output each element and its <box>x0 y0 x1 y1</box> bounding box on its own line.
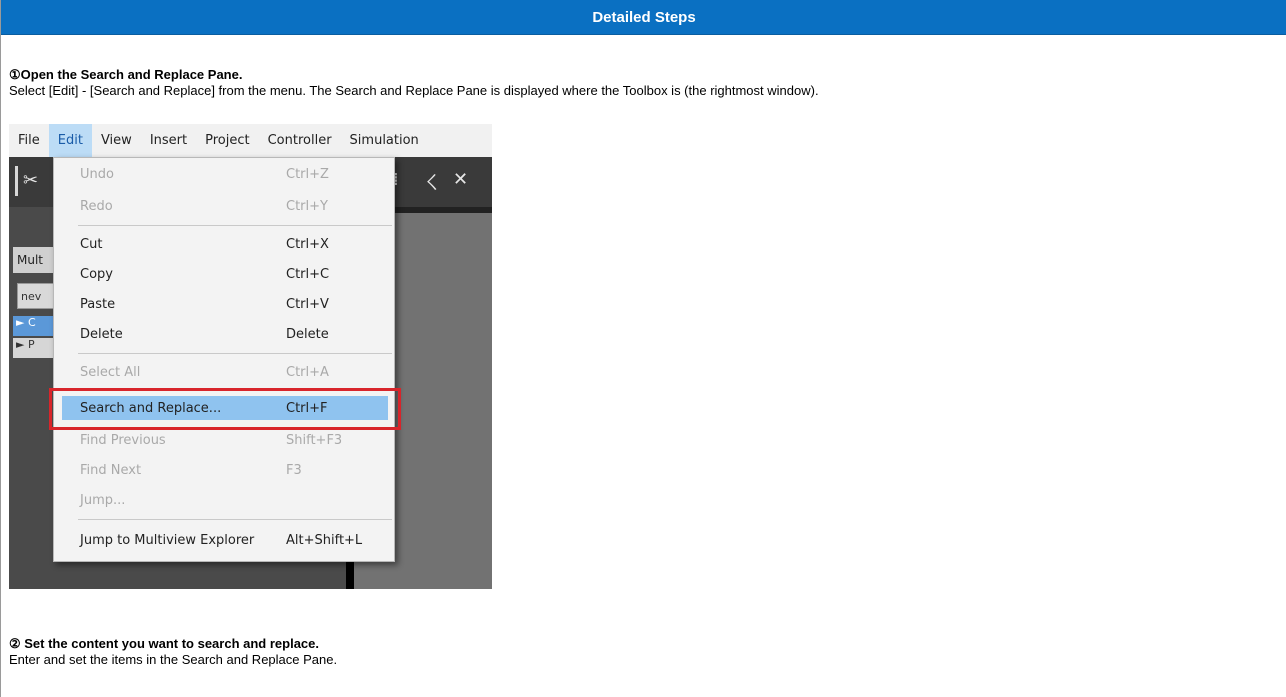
cut-icon[interactable]: ✂ <box>23 170 38 191</box>
header-title: Detailed Steps <box>592 8 696 26</box>
step2-title: ② Set the content you want to search and… <box>9 636 320 651</box>
menu-project[interactable]: Project <box>196 124 258 157</box>
menu-item-jump-to-multiview-explorer[interactable]: Jump to Multiview Explorer Alt+Shift+L <box>54 525 394 555</box>
step1-description: Select [Edit] - [Search and Replace] fro… <box>9 83 819 98</box>
menu-controller[interactable]: Controller <box>259 124 341 157</box>
edit-menu-dropdown: Undo Ctrl+Z Redo Ctrl+Y Cut Ctrl+X Copy Ctrl… <box>53 157 395 562</box>
menu-item-cut[interactable]: Cut Ctrl+X <box>54 229 394 259</box>
step1-title: ①Open the Search and Replace Pane. <box>9 67 243 82</box>
menu-item-select-all[interactable]: Select All Ctrl+A <box>54 357 394 387</box>
menu-screenshot: File Edit View Insert Project Controller… <box>9 124 492 589</box>
page-header: Detailed Steps <box>1 0 1286 35</box>
device-combo[interactable]: nev <box>17 283 58 309</box>
menu-item-redo[interactable]: Redo Ctrl+Y <box>54 191 394 221</box>
menu-insert[interactable]: Insert <box>141 124 196 157</box>
menu-item-undo[interactable]: Undo Ctrl+Z <box>54 159 394 189</box>
page: Detailed Steps ①Open the Search and Repl… <box>0 0 1286 697</box>
menu-item-find-next[interactable]: Find Next F3 <box>54 455 394 485</box>
menu-item-jump[interactable]: Jump... <box>54 485 394 515</box>
menu-file[interactable]: File <box>9 124 49 157</box>
menu-separator <box>78 225 392 226</box>
explorer-tab[interactable]: Mult <box>13 247 53 273</box>
menu-item-paste[interactable]: Paste Ctrl+V <box>54 289 394 319</box>
highlight-box <box>49 388 401 430</box>
menu-item-copy[interactable]: Copy Ctrl+C <box>54 259 394 289</box>
menubar: File Edit View Insert Project Controller… <box>9 124 492 157</box>
step2-description: Enter and set the items in the Search an… <box>9 652 338 667</box>
menu-view[interactable]: View <box>92 124 141 157</box>
menu-edit[interactable]: Edit <box>48 124 92 157</box>
menu-item-delete[interactable]: Delete Delete <box>54 319 394 349</box>
tree-item-configurations[interactable]: ► C <box>13 316 56 336</box>
menu-separator <box>78 353 392 354</box>
toolbar-grip <box>15 166 18 196</box>
angle-icon[interactable]: ㄑ <box>423 169 441 195</box>
menu-simulation[interactable]: Simulation <box>341 124 428 157</box>
menu-separator <box>78 519 392 520</box>
cross-tool-icon[interactable]: ✕ <box>453 169 468 190</box>
tree-item-programming[interactable]: ► P <box>13 338 56 358</box>
